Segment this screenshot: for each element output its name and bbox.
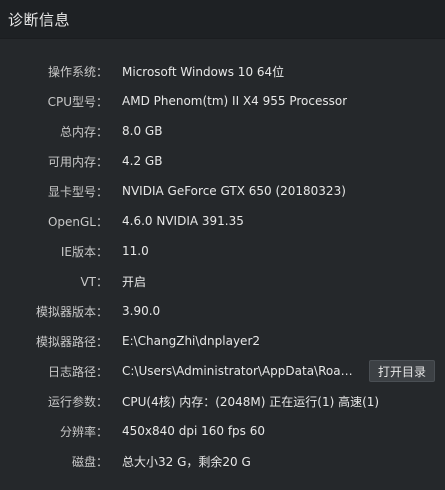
total-memory-label: 总内存： [59,124,108,139]
open-directory-button[interactable]: 打开目录 [369,360,435,382]
ie-version-label: IE版本： [60,244,108,259]
available-memory-value: 4.2 GB [122,154,163,168]
window-title: 诊断信息 [8,10,71,29]
row-emulator-path: 模拟器路径： E:\ChangZhi\dnplayer2 [0,326,445,356]
row-log-path: 日志路径： C:\Users\Administrator\AppData\Roa… [0,356,445,386]
disk-value: 总大小32 G，剩余20 G [122,454,251,469]
row-disk: 磁盘： 总大小32 G，剩余20 G [0,446,445,476]
os-value: Microsoft Windows 10 64位 [122,64,285,79]
vt-label: VT： [80,274,108,289]
emulator-path-value: E:\ChangZhi\dnplayer2 [122,334,261,348]
resolution-value: 450x840 dpi 160 fps 60 [122,424,266,438]
run-params-label: 运行参数： [47,394,108,409]
os-label: 操作系统： [47,64,108,79]
row-opengl: OpenGL： 4.6.0 NVIDIA 391.35 [0,206,445,236]
ie-version-value: 11.0 [122,244,149,258]
available-memory-label: 可用内存： [47,154,108,169]
row-ie-version: IE版本： 11.0 [0,236,445,266]
row-resolution: 分辨率： 450x840 dpi 160 fps 60 [0,416,445,446]
diagnostics-info-list: 操作系统： Microsoft Windows 10 64位 CPU型号： AM… [0,39,445,476]
log-path-value: C:\Users\Administrator\AppData\Roami... [122,364,362,378]
emulator-version-value: 3.90.0 [122,304,161,318]
row-available-memory: 可用内存： 4.2 GB [0,146,445,176]
diagnostics-window: 诊断信息 操作系统： Microsoft Windows 10 64位 CPU型… [0,0,445,490]
emulator-version-label: 模拟器版本： [35,304,108,319]
row-vt: VT： 开启 [0,266,445,296]
window-title-bar: 诊断信息 [0,0,445,39]
row-total-memory: 总内存： 8.0 GB [0,116,445,146]
row-os: 操作系统： Microsoft Windows 10 64位 [0,56,445,86]
gpu-model-value: NVIDIA GeForce GTX 650 (20180323) [122,184,346,198]
vt-value: 开启 [122,274,147,289]
row-cpu-model: CPU型号： AMD Phenom(tm) II X4 955 Processo… [0,86,445,116]
resolution-label: 分辨率： [59,424,108,439]
total-memory-value: 8.0 GB [122,124,163,138]
gpu-model-label: 显卡型号： [47,184,108,199]
row-emulator-version: 模拟器版本： 3.90.0 [0,296,445,326]
cpu-model-value: AMD Phenom(tm) II X4 955 Processor [122,94,348,108]
row-gpu-model: 显卡型号： NVIDIA GeForce GTX 650 (20180323) [0,176,445,206]
log-path-label: 日志路径： [47,364,108,379]
row-run-params: 运行参数： CPU(4核) 内存：(2048M) 正在运行(1) 高速(1) [0,386,445,416]
opengl-value: 4.6.0 NVIDIA 391.35 [122,214,244,228]
cpu-model-label: CPU型号： [47,94,108,109]
emulator-path-label: 模拟器路径： [35,334,108,349]
disk-label: 磁盘： [71,454,108,469]
opengl-label: OpenGL： [47,214,108,229]
run-params-value: CPU(4核) 内存：(2048M) 正在运行(1) 高速(1) [122,394,380,409]
